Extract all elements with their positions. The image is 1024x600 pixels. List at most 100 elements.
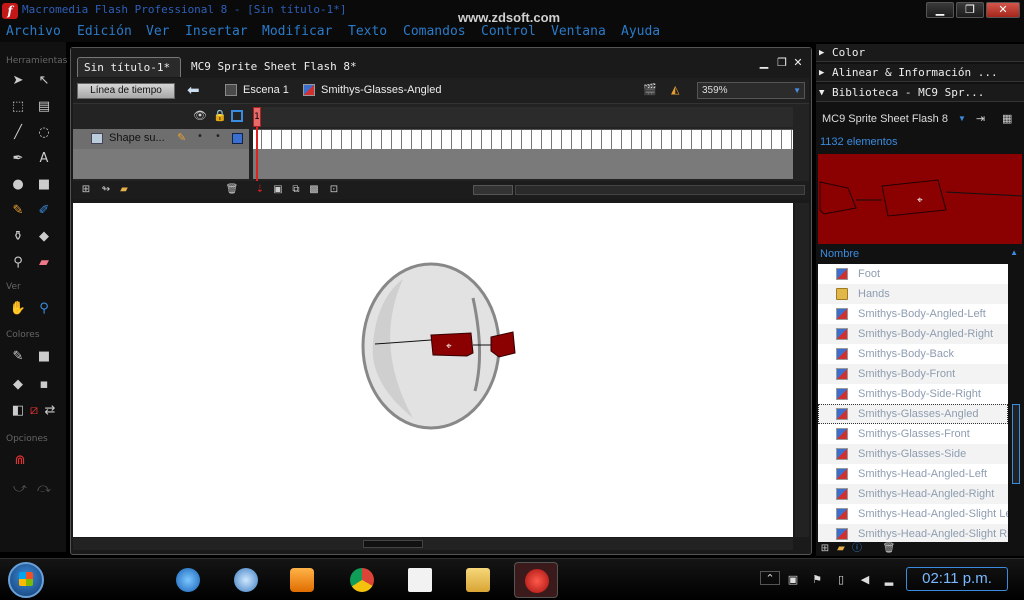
start-button[interactable] xyxy=(8,562,44,598)
taskbar-ie[interactable] xyxy=(166,562,210,598)
new-symbol-icon[interactable]: ⊞ xyxy=(818,542,832,556)
layer-name[interactable]: Shape su... xyxy=(109,132,165,144)
ink-bottle-tool-icon[interactable]: ⚱ xyxy=(8,228,28,246)
menu-control[interactable]: Control xyxy=(481,24,536,39)
doc-minimize-icon[interactable]: ▁ xyxy=(757,56,771,70)
library-item[interactable]: Smithys-Head-Angled-Slight Left xyxy=(818,504,1008,524)
edit-symbol-icon[interactable]: ◭ xyxy=(671,83,685,97)
menu-insertar[interactable]: Insertar xyxy=(185,24,248,39)
menu-texto[interactable]: Texto xyxy=(348,24,387,39)
doc-restore-icon[interactable]: ❐ xyxy=(775,56,789,70)
library-item[interactable]: Smithys-Glasses-Angled xyxy=(818,404,1008,424)
fill-color-icon[interactable]: ■ xyxy=(34,348,54,366)
menu-ver[interactable]: Ver xyxy=(146,24,169,39)
menu-archivo[interactable]: Archivo xyxy=(6,24,61,39)
edit-scene-icon[interactable]: 🎬 xyxy=(643,83,657,97)
tray-show-desktop-icon[interactable]: ⌃ xyxy=(760,571,780,585)
stroke-color-icon[interactable]: ✎ xyxy=(8,348,28,366)
onion-outlines-icon[interactable]: ⧉ xyxy=(289,183,303,197)
library-item[interactable]: Smithys-Head-Angled-Right xyxy=(818,484,1008,504)
eye-icon[interactable]: 👁 xyxy=(193,109,207,122)
library-scroll-thumb[interactable] xyxy=(1012,404,1020,484)
symbol-breadcrumb[interactable]: Smithys-Glasses-Angled xyxy=(321,84,441,96)
menu-modificar[interactable]: Modificar xyxy=(262,24,332,39)
color-panel-header[interactable]: ▶ Color xyxy=(816,44,1024,62)
center-frame-icon[interactable]: ⇣ xyxy=(253,183,267,197)
pin-icon[interactable]: ⇥ xyxy=(976,112,985,125)
frames-row[interactable] xyxy=(253,129,793,149)
fill-swatch-icon[interactable]: ▪ xyxy=(34,376,54,394)
menu-ventana[interactable]: Ventana xyxy=(551,24,606,39)
onion-skin-icon[interactable]: ▣ xyxy=(271,183,285,197)
paint-bucket-tool-icon[interactable]: ◆ xyxy=(34,228,54,246)
add-guide-layer-icon[interactable]: ↬ xyxy=(99,183,113,197)
library-item[interactable]: Smithys-Head-Angled-Slight Right xyxy=(818,524,1008,542)
subselection-tool-icon[interactable]: ↖ xyxy=(34,72,54,90)
library-item[interactable]: Smithys-Head-Angled-Left xyxy=(818,464,1008,484)
library-item[interactable]: Smithys-Body-Side-Right xyxy=(818,384,1008,404)
layer-row[interactable]: Shape su... ✎ • • xyxy=(73,129,249,149)
library-vscroll[interactable] xyxy=(1010,264,1022,542)
selection-tool-icon[interactable]: ➤ xyxy=(8,72,28,90)
tray-monitor-icon[interactable]: ▣ xyxy=(786,573,800,587)
brush-tool-icon[interactable]: ✐ xyxy=(34,202,54,220)
timeline-scroll-thumb[interactable] xyxy=(473,185,513,195)
glasses-left-lens[interactable] xyxy=(430,332,474,357)
new-library-panel-icon[interactable]: ▦ xyxy=(1002,112,1012,125)
library-item[interactable]: Smithys-Body-Angled-Left xyxy=(818,304,1008,324)
layer-color-icon[interactable] xyxy=(232,133,243,144)
outline-icon[interactable] xyxy=(231,110,243,122)
scene-breadcrumb[interactable]: Escena 1 xyxy=(243,84,289,96)
snap-magnet-icon[interactable]: ⋒ xyxy=(10,452,30,470)
tray-flag-icon[interactable]: ⚑ xyxy=(810,573,824,587)
bucket-color-icon[interactable]: ◆ xyxy=(8,376,28,394)
playhead[interactable]: 1 xyxy=(253,107,261,127)
timeline-toggle-button[interactable]: Línea de tiempo xyxy=(77,83,175,99)
taskbar-flash[interactable] xyxy=(514,562,558,598)
menu-ayuda[interactable]: Ayuda xyxy=(621,24,660,39)
library-item[interactable]: Smithys-Body-Back xyxy=(818,344,1008,364)
tray-network-icon[interactable]: ▂ xyxy=(882,573,896,587)
edit-multiple-frames-icon[interactable]: ▩ xyxy=(307,183,321,197)
clock[interactable]: 02:11 p.m. xyxy=(906,567,1008,591)
zoom-tool-icon[interactable]: ⚲ xyxy=(34,300,54,318)
oval-tool-icon[interactable]: ● xyxy=(8,176,28,194)
library-item[interactable]: Smithys-Glasses-Front xyxy=(818,424,1008,444)
taskbar-chrome[interactable] xyxy=(340,562,384,598)
text-tool-icon[interactable]: A xyxy=(34,150,54,168)
library-panel-header[interactable]: ▼ Biblioteca - MC9 Spr... xyxy=(816,84,1024,102)
lock-icon[interactable]: 🔒 xyxy=(213,109,227,122)
pencil-tool-icon[interactable]: ✎ xyxy=(8,202,28,220)
tab-mc9-sprite-sheet[interactable]: MC9 Sprite Sheet Flash 8* xyxy=(185,57,363,77)
straighten-icon[interactable]: ⤼ xyxy=(34,480,54,498)
tray-volume-icon[interactable]: ◀ xyxy=(858,573,872,587)
insert-layer-icon[interactable]: ⊞ xyxy=(79,183,93,197)
library-item[interactable]: Smithys-Glasses-Side xyxy=(818,444,1008,464)
delete-layer-icon[interactable]: 🗑 xyxy=(225,183,239,197)
menu-comandos[interactable]: Comandos xyxy=(403,24,466,39)
new-folder-icon[interactable]: ▰ xyxy=(834,542,848,556)
sort-icon[interactable]: ▲ xyxy=(1010,248,1018,257)
gradient-transform-tool-icon[interactable]: ▤ xyxy=(34,98,54,116)
glasses-right-lens[interactable] xyxy=(490,331,516,358)
tray-battery-icon[interactable]: ▯ xyxy=(834,573,848,587)
flash-app-icon[interactable]: f xyxy=(2,3,18,19)
library-item[interactable]: Smithys-Body-Front xyxy=(818,364,1008,384)
taskbar-document[interactable] xyxy=(398,562,442,598)
stage-vscroll[interactable] xyxy=(795,203,809,537)
rectangle-tool-icon[interactable]: ■ xyxy=(34,176,54,194)
free-transform-tool-icon[interactable]: ⬚ xyxy=(8,98,28,116)
stage-canvas[interactable]: ⌖ xyxy=(73,203,793,537)
smooth-icon[interactable]: ⤻ xyxy=(10,480,30,498)
swap-colors-icon[interactable]: ⇄ xyxy=(40,402,60,420)
delete-item-icon[interactable]: 🗑 xyxy=(882,542,896,556)
stage-hscroll[interactable] xyxy=(73,538,793,550)
doc-close-icon[interactable]: ✕ xyxy=(791,56,805,70)
taskbar-network[interactable] xyxy=(224,562,268,598)
maximize-button[interactable]: ❐ xyxy=(956,2,984,18)
taskbar-explorer[interactable] xyxy=(456,562,500,598)
align-panel-header[interactable]: ▶ Alinear & Información ... xyxy=(816,64,1024,82)
menu-edicion[interactable]: Edición xyxy=(77,24,132,39)
hand-tool-icon[interactable]: ✋ xyxy=(8,300,28,318)
zoom-select[interactable]: 359% ▼ xyxy=(697,82,805,99)
